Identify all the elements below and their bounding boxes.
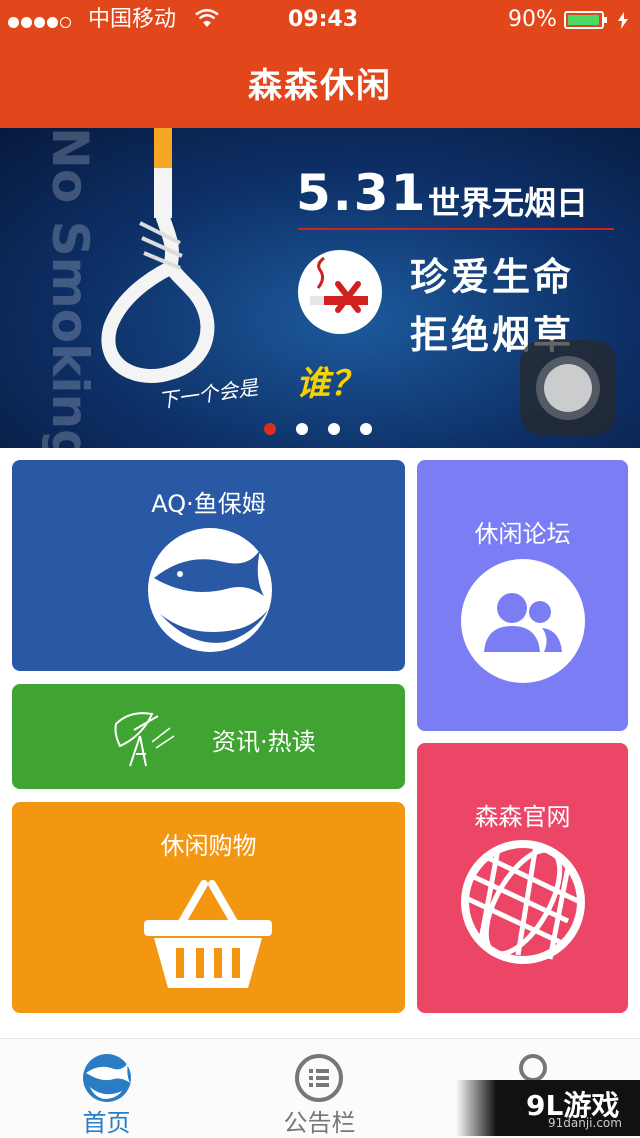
basket-icon <box>144 880 272 988</box>
carrier-label: 中国移动 <box>88 7 177 32</box>
fish-icon <box>148 528 272 652</box>
page-dot[interactable] <box>328 423 340 435</box>
page-dot[interactable] <box>264 423 276 435</box>
no-smoking-icon <box>298 250 382 334</box>
banner-question-highlight: 谁？ <box>296 364 364 404</box>
tile-forum-label: 休闲论坛 <box>474 520 571 548</box>
globe-icon <box>461 840 585 964</box>
tab-bulletin[interactable]: 公告栏 <box>213 1039 426 1137</box>
tile-aq-fish-nanny[interactable]: AQ·鱼保姆 <box>12 460 405 671</box>
satellite-dish-icon <box>114 712 175 767</box>
cigarette-noose-icon <box>101 128 215 383</box>
battery-percent: 90% <box>508 7 557 32</box>
wifi-icon <box>195 9 219 27</box>
list-icon <box>295 1054 343 1102</box>
status-bar: 中国移动 09:43 90% <box>0 0 640 40</box>
navigation-bar: 森森休闲 <box>0 40 640 128</box>
charging-bolt-icon <box>618 12 628 29</box>
battery-icon <box>564 11 607 29</box>
site-watermark: 9L游戏 91danji.com <box>456 1080 640 1136</box>
carousel-page-indicator[interactable] <box>264 420 392 439</box>
banner-event-name: 世界无烟日 <box>428 184 589 222</box>
tile-leisure-shopping[interactable]: 休闲购物 <box>12 802 405 1013</box>
tab-home-label: 首页 <box>82 1109 131 1137</box>
tab-home[interactable]: 首页 <box>0 1039 213 1137</box>
tile-aq-label: AQ·鱼保姆 <box>151 490 266 518</box>
banner-carousel[interactable]: No Smoking 5.31 世界无烟日 珍爱生命 拒绝烟草 下一个会是 谁？ <box>0 128 640 448</box>
users-icon <box>461 559 585 683</box>
tile-shop-label: 休闲购物 <box>160 832 257 860</box>
page-title: 森森休闲 <box>248 66 392 106</box>
banner-divider <box>298 228 614 230</box>
signal-strength-icon <box>8 13 73 32</box>
tile-news-hot-reads[interactable]: 资讯·热读 <box>12 684 405 789</box>
banner-slogan-1: 珍爱生命 <box>410 255 575 299</box>
page-dot[interactable] <box>360 423 372 435</box>
tile-site-label: 森森官网 <box>474 803 571 831</box>
tile-news-label: 资讯·热读 <box>212 728 316 756</box>
banner-date: 5.31 <box>296 164 428 222</box>
tab-bulletin-label: 公告栏 <box>283 1109 356 1137</box>
page-dot[interactable] <box>296 423 308 435</box>
clock: 09:43 <box>288 7 359 32</box>
home-fish-icon <box>83 1054 131 1102</box>
watermark-url: 91danji.com <box>548 1116 622 1130</box>
tile-leisure-forum[interactable]: 休闲论坛 <box>417 460 628 731</box>
tile-official-website[interactable]: 森森官网 <box>417 743 628 1013</box>
assistive-touch-button[interactable] <box>520 340 616 436</box>
